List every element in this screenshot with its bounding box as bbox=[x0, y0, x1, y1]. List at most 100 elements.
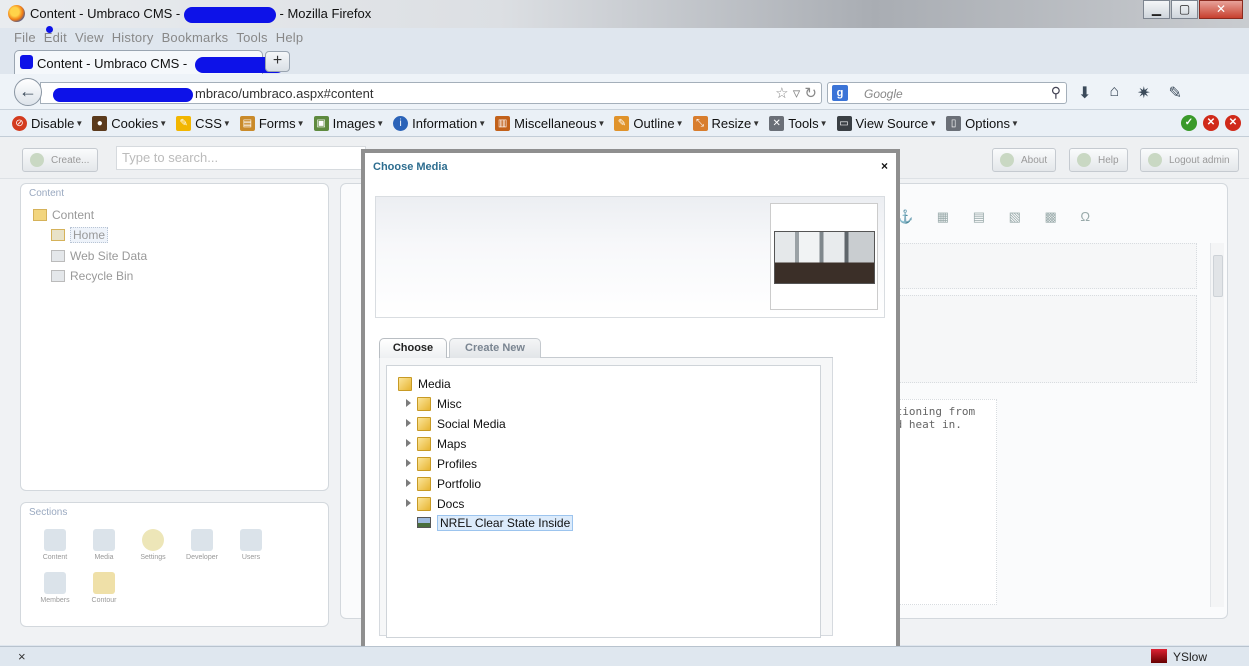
media-folder-social-media[interactable]: Social Media bbox=[406, 417, 506, 431]
expand-arrow-icon[interactable] bbox=[406, 399, 411, 407]
image-file-icon bbox=[417, 517, 431, 528]
menu-file[interactable]: File bbox=[14, 30, 36, 48]
editor-toolbar[interactable]: ⚓ ▦ ▤ ▧ ▩ Ω bbox=[897, 209, 1100, 229]
search-input[interactable]: g Google ⚲ bbox=[827, 82, 1067, 104]
tree-item-content[interactable]: Content bbox=[33, 208, 94, 222]
section-developer[interactable]: Developer bbox=[178, 529, 226, 561]
download-icon[interactable]: ⬇ bbox=[1078, 83, 1091, 103]
media-tree: Media Misc Social Media Maps Profiles Po… bbox=[386, 365, 821, 638]
media-folder-misc[interactable]: Misc bbox=[406, 397, 462, 411]
help-button[interactable]: Help bbox=[1069, 148, 1128, 172]
dev-options[interactable]: ▯ Options ▼ bbox=[946, 115, 1019, 131]
menu-view[interactable]: View bbox=[75, 30, 104, 48]
expand-arrow-icon[interactable] bbox=[406, 499, 411, 507]
expand-arrow-icon[interactable] bbox=[406, 419, 411, 427]
media-tree-root[interactable]: Media bbox=[398, 377, 451, 391]
tab-create-new[interactable]: Create New bbox=[449, 338, 541, 358]
section-users[interactable]: Users bbox=[227, 529, 275, 561]
dev-information[interactable]: i Information ▼ bbox=[393, 115, 486, 131]
section-media[interactable]: Media bbox=[80, 529, 128, 561]
dev-disable[interactable]: ⊘ Disable ▼ bbox=[12, 115, 83, 131]
yslow-icon bbox=[1151, 649, 1167, 663]
tree-item-web-site-data[interactable]: Web Site Data bbox=[51, 249, 147, 263]
menu-help[interactable]: Help bbox=[276, 30, 304, 48]
dev-css[interactable]: ✎ CSS ▼ bbox=[176, 115, 231, 131]
redacted-dot bbox=[46, 26, 53, 33]
bookmark-star-icon[interactable]: ☆ ▿ ↻ bbox=[775, 84, 817, 102]
section-contour[interactable]: Contour bbox=[80, 572, 128, 604]
section-members[interactable]: Members bbox=[31, 572, 79, 604]
new-tab-button[interactable]: + bbox=[265, 51, 290, 72]
editor-text: itioning from nd heat in. bbox=[889, 405, 976, 431]
resize-icon: ⤡ bbox=[692, 115, 708, 131]
content-tree-panel: Content Content Home Web Site Data Recyc… bbox=[20, 183, 329, 491]
recycle-bin-icon bbox=[51, 270, 65, 282]
close-addon-bar-button[interactable]: × bbox=[18, 649, 26, 664]
navigation-bar: mbraco/umbraco.aspx#content ☆ ▿ ↻ ← g Go… bbox=[0, 74, 1249, 110]
dev-tools[interactable]: ✕ Tools ▼ bbox=[769, 115, 828, 131]
media-item-image[interactable]: NREL Clear State Inside bbox=[417, 515, 574, 531]
tab-choose[interactable]: Choose bbox=[379, 338, 447, 358]
dev-forms[interactable]: ▤ Forms ▼ bbox=[239, 115, 305, 131]
dev-images[interactable]: ▣ Images ▼ bbox=[313, 115, 384, 131]
dev-miscellaneous[interactable]: ▥ Miscellaneous ▼ bbox=[495, 115, 605, 131]
forms-icon: ▤ bbox=[239, 115, 255, 131]
back-button[interactable]: ← bbox=[14, 78, 42, 106]
google-icon[interactable]: g bbox=[832, 85, 848, 101]
expand-arrow-icon[interactable] bbox=[406, 459, 411, 467]
umbraco-search-input[interactable]: Type to search... bbox=[116, 146, 366, 170]
thumbnail-image bbox=[774, 231, 875, 284]
dev-view-source[interactable]: ▭ View Source ▼ bbox=[836, 115, 937, 131]
check-icon[interactable]: ✓ bbox=[1181, 115, 1197, 131]
media-folder-profiles[interactable]: Profiles bbox=[406, 457, 477, 471]
firebug-icon[interactable]: ✷ bbox=[1137, 83, 1150, 103]
about-button[interactable]: About bbox=[992, 148, 1057, 172]
window-titlebar: Content - Umbraco CMS - - Mozilla Firefo… bbox=[0, 0, 1249, 28]
section-content[interactable]: Content bbox=[31, 529, 79, 561]
editor-field bbox=[897, 243, 1197, 289]
dev-status-icons: ✓ ✕ ✕ bbox=[1181, 115, 1241, 131]
tools-icon[interactable]: ✎ bbox=[1168, 83, 1181, 103]
media-folder-docs[interactable]: Docs bbox=[406, 497, 464, 511]
expand-arrow-icon[interactable] bbox=[406, 479, 411, 487]
minimize-button[interactable]: ▁ bbox=[1143, 0, 1170, 19]
browser-tab[interactable]: Content - Umbraco CMS - bbox=[14, 50, 285, 74]
folder-icon bbox=[398, 377, 412, 391]
media-folder-portfolio[interactable]: Portfolio bbox=[406, 477, 481, 491]
dev-resize[interactable]: ⤡ Resize ▼ bbox=[692, 115, 760, 131]
menu-history[interactable]: History bbox=[112, 30, 154, 48]
tree-item-home[interactable]: Home bbox=[51, 227, 109, 243]
media-section-icon bbox=[93, 529, 115, 551]
expand-arrow-icon[interactable] bbox=[406, 439, 411, 447]
dev-outline[interactable]: ✎ Outline ▼ bbox=[614, 115, 684, 131]
members-section-icon bbox=[44, 572, 66, 594]
content-section-icon bbox=[44, 529, 66, 551]
search-icon[interactable]: ⚲ bbox=[1051, 84, 1061, 101]
dev-cookies[interactable]: ● Cookies ▼ bbox=[92, 115, 167, 131]
error-icon[interactable]: ✕ bbox=[1203, 115, 1219, 131]
editor-field bbox=[897, 295, 1197, 383]
close-window-button[interactable]: ✕ bbox=[1199, 0, 1243, 19]
tree-item-recycle-bin[interactable]: Recycle Bin bbox=[51, 269, 133, 283]
create-button[interactable]: Create... bbox=[22, 148, 99, 172]
media-folder-maps[interactable]: Maps bbox=[406, 437, 466, 451]
dialog-close-button[interactable]: × bbox=[881, 159, 888, 173]
editor-scrollbar[interactable] bbox=[1210, 243, 1224, 607]
scrollbar-thumb[interactable] bbox=[1213, 255, 1223, 297]
firefox-logo-icon bbox=[8, 5, 25, 22]
section-settings[interactable]: Settings bbox=[129, 529, 177, 561]
logout-button[interactable]: Logout admin bbox=[1140, 148, 1239, 172]
close-toolbar-icon[interactable]: ✕ bbox=[1225, 115, 1241, 131]
menu-tools[interactable]: Tools bbox=[236, 30, 267, 48]
folder-icon bbox=[33, 209, 47, 221]
home-icon[interactable]: ⌂ bbox=[1109, 83, 1119, 103]
users-section-icon bbox=[240, 529, 262, 551]
information-icon: i bbox=[393, 115, 409, 131]
tab-strip: Content - Umbraco CMS - + bbox=[0, 48, 1249, 74]
page-icon bbox=[51, 250, 65, 262]
outline-icon: ✎ bbox=[614, 115, 630, 131]
yslow-button[interactable]: YSlow bbox=[1151, 649, 1207, 664]
menu-bookmarks[interactable]: Bookmarks bbox=[162, 30, 229, 48]
maximize-button[interactable]: ▢ bbox=[1171, 0, 1198, 19]
url-bar[interactable]: mbraco/umbraco.aspx#content ☆ ▿ ↻ bbox=[40, 82, 822, 104]
